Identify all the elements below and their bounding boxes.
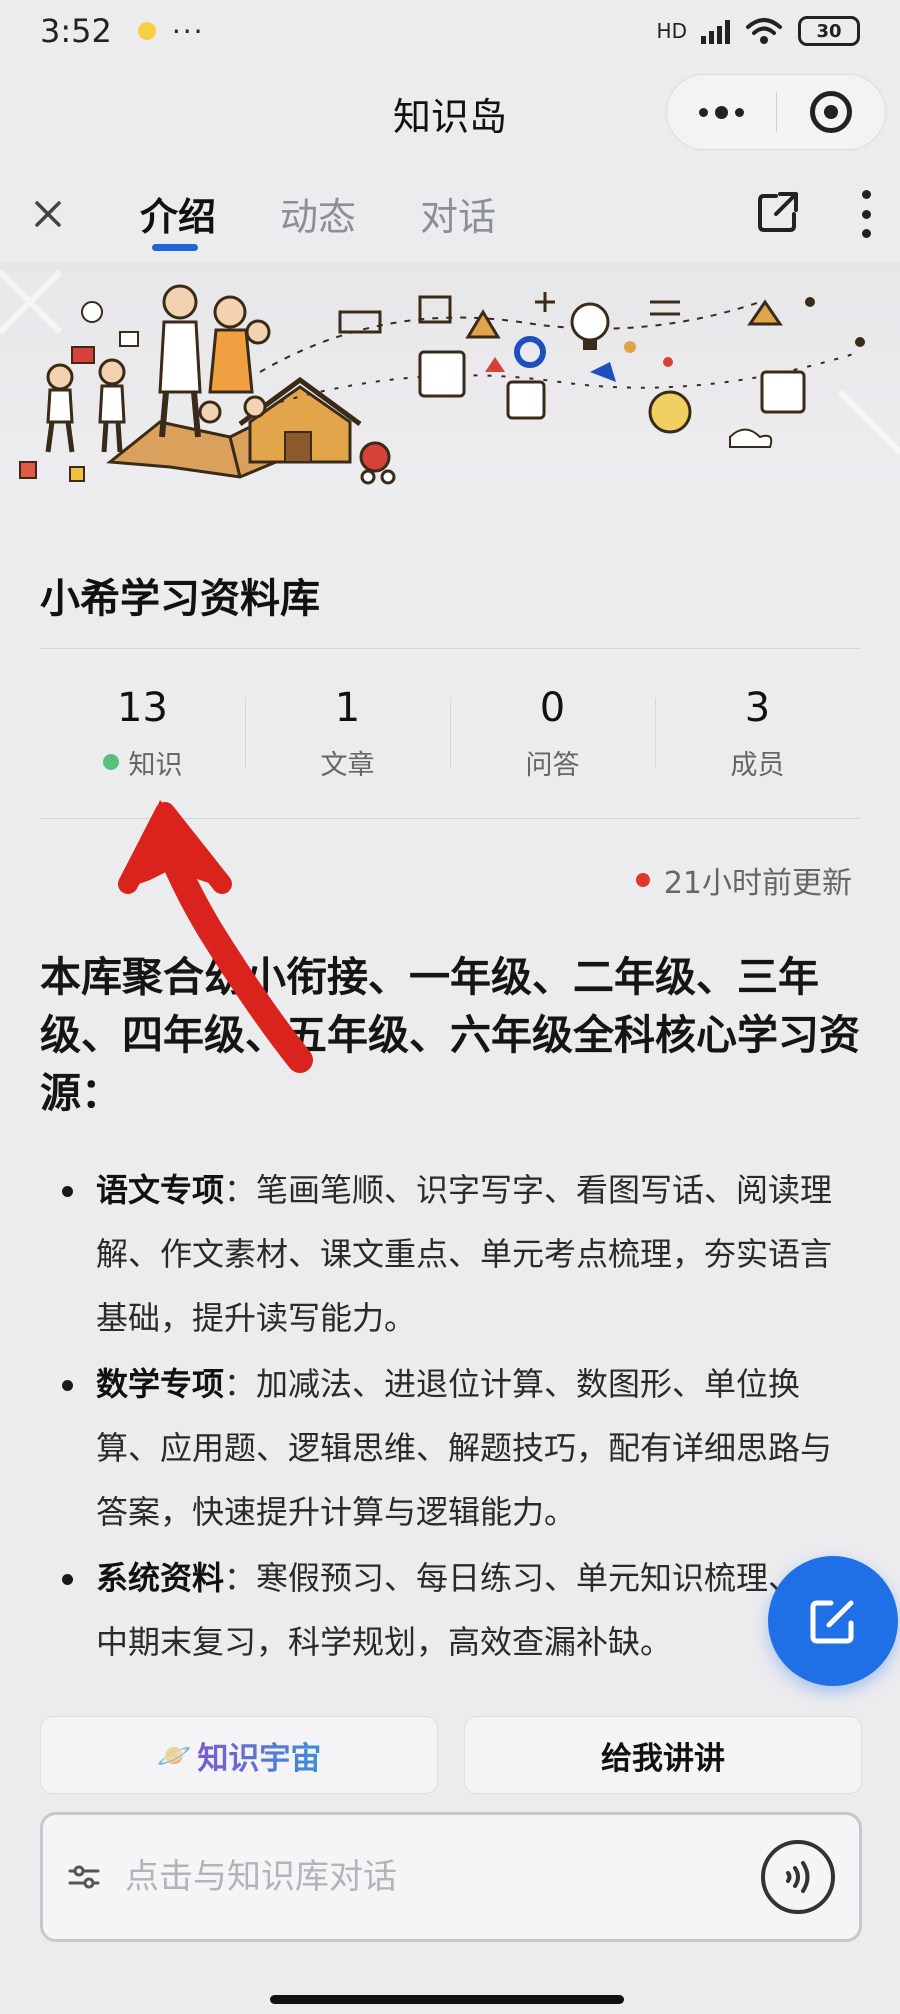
library-stats: 13 知识 1 文章 0 问答 3 成员	[40, 648, 860, 818]
voice-button[interactable]	[761, 1840, 835, 1914]
stat-members-label: 成员	[730, 749, 785, 781]
stat-articles-label: 文章	[320, 749, 375, 781]
voice-wave-icon	[786, 1861, 810, 1893]
explain-label: 给我讲讲	[601, 1740, 725, 1777]
status-time: 3:52	[40, 12, 112, 50]
content-fade	[0, 1660, 900, 1720]
battery-level: 30	[816, 20, 842, 42]
target-icon	[809, 91, 852, 133]
library-title: 小希学习资料库	[40, 576, 320, 622]
banner-illustration	[0, 262, 900, 492]
active-tab-indicator	[152, 244, 198, 251]
share-icon	[758, 192, 798, 232]
planet-icon: 🪐	[156, 1738, 192, 1772]
home-indicator	[270, 1995, 624, 2004]
explain-button[interactable]: 给我讲讲	[464, 1716, 862, 1794]
more-dots-icon	[698, 105, 744, 119]
tab-activity[interactable]: 动态	[280, 186, 356, 241]
update-status: 21小时前更新	[635, 858, 852, 902]
family-learning-illustration	[0, 269, 900, 485]
edit-icon	[810, 1600, 854, 1644]
update-time: 21小时前更新	[663, 866, 852, 901]
bullet-title: 数学专项	[96, 1365, 225, 1403]
share-button[interactable]	[754, 188, 802, 236]
intro-bullet-list: 语文专项：笔画笔顺、识字写字、看图写话、阅读理解、作文素材、课文重点、单元考点梳…	[40, 1158, 860, 1676]
stat-qa[interactable]: 0 问答	[450, 648, 655, 818]
mini-program-title-bar: 知识岛	[0, 62, 900, 164]
stat-articles-value: 1	[334, 684, 361, 731]
stat-articles[interactable]: 1 文章	[245, 648, 450, 818]
battery-icon: 30	[798, 16, 860, 46]
compose-button[interactable]	[768, 1556, 898, 1686]
tab-intro[interactable]: 介绍	[140, 186, 216, 241]
close-button[interactable]	[24, 190, 72, 238]
knowledge-universe-button[interactable]: 🪐 知识宇宙	[40, 1716, 438, 1794]
settings-sliders-icon[interactable]	[67, 1862, 101, 1892]
stat-knowledge-value: 13	[117, 684, 168, 731]
list-item: 语文专项：笔画笔顺、识字写字、看图写话、阅读理解、作文素材、课文重点、单元考点梳…	[40, 1158, 860, 1350]
divider-bottom	[40, 818, 860, 819]
chat-input[interactable]	[125, 1857, 761, 1897]
network-type-label: HD	[656, 19, 687, 43]
notification-dot-icon	[137, 22, 156, 40]
tab-bar: 介绍 动态 对话	[0, 164, 900, 264]
tab-chat[interactable]: 对话	[420, 186, 496, 241]
list-item: 数学专项：加减法、进退位计算、数图形、单位换算、应用题、逻辑思维、解题技巧，配有…	[40, 1352, 860, 1544]
active-dot-icon	[102, 754, 119, 770]
page-title: 知识岛	[392, 94, 507, 139]
capsule-menu	[666, 74, 886, 150]
stat-knowledge-label: 知识	[128, 749, 183, 781]
close-icon	[35, 201, 61, 227]
list-item: 系统资料：寒假预习、每日练习、单元知识梳理、期中期末复习，科学规划，高效查漏补缺…	[40, 1546, 860, 1674]
status-more-icon: ···	[171, 14, 205, 48]
wifi-icon	[746, 18, 782, 44]
chat-input-bar	[40, 1812, 862, 1942]
stat-qa-label: 问答	[525, 749, 580, 781]
intro-headline: 本库聚合幼小衔接、一年级、二年级、三年级、四年级、五年级、六年级全科核心学习资源…	[40, 953, 860, 1117]
stat-qa-value: 0	[539, 684, 566, 731]
close-miniprogram-button[interactable]	[777, 75, 886, 149]
stat-members[interactable]: 3 成员	[655, 648, 860, 818]
stat-knowledge[interactable]: 13 知识	[40, 648, 245, 818]
vertical-more-button[interactable]	[856, 190, 876, 238]
signal-icon	[701, 18, 730, 44]
stat-members-value: 3	[744, 684, 771, 731]
status-bar: 3:52 ··· HD 30	[0, 0, 900, 62]
bullet-title: 系统资料	[96, 1559, 225, 1597]
bullet-title: 语文专项	[96, 1171, 225, 1209]
knowledge-universe-label: 知识宇宙	[197, 1733, 321, 1778]
stat-knowledge-label-group: 知识	[102, 743, 183, 782]
more-menu-button[interactable]	[667, 75, 776, 149]
update-dot-icon	[635, 873, 650, 887]
